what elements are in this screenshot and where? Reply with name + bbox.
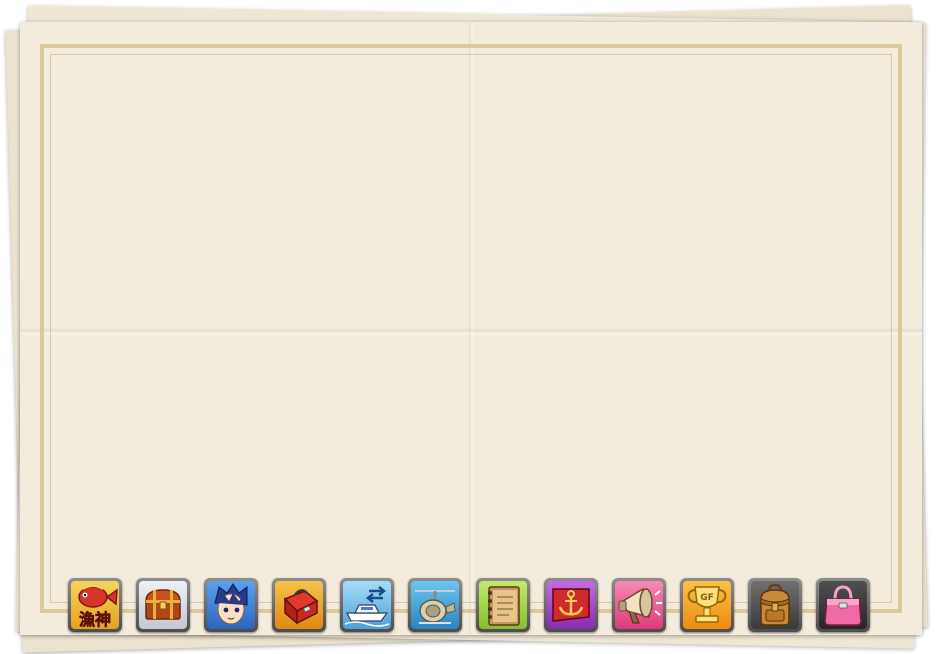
paper-panel	[20, 22, 922, 635]
bottom-toolbar: 漁神 GF	[68, 578, 870, 634]
notebook-icon	[488, 586, 520, 626]
trophy-label: GF	[700, 593, 714, 603]
treasure-chest-button[interactable]	[136, 578, 190, 632]
handbag-button[interactable]	[816, 578, 870, 632]
paper-border-inner	[50, 54, 892, 603]
game-window: 漁神 GF	[0, 0, 942, 654]
trophy-cup-icon: GF	[687, 586, 727, 623]
tackle-box-icon	[283, 589, 319, 625]
fishing-reel-icon	[415, 590, 456, 624]
backpack-button[interactable]	[748, 578, 802, 632]
boat-transfer-button[interactable]	[340, 578, 394, 632]
megaphone-icon	[618, 587, 662, 624]
fishing-god-label: 漁神	[79, 610, 111, 629]
fishing-reel-button[interactable]	[408, 578, 462, 632]
fishing-god-emblem-icon: 漁神	[78, 585, 118, 629]
handbag-icon	[824, 585, 862, 626]
notebook-button[interactable]	[476, 578, 530, 632]
boat-transfer-icon	[344, 586, 390, 627]
fishing-god-button[interactable]: 漁神	[68, 578, 122, 632]
character-portrait-icon	[214, 583, 248, 625]
trophy-button[interactable]: GF	[680, 578, 734, 632]
character-button[interactable]	[204, 578, 258, 632]
anchor-flag-button[interactable]	[544, 578, 598, 632]
anchor-flag-icon	[552, 588, 590, 622]
backpack-icon	[760, 583, 790, 626]
treasure-chest-icon	[145, 589, 181, 620]
megaphone-button[interactable]	[612, 578, 666, 632]
tackle-box-button[interactable]	[272, 578, 326, 632]
